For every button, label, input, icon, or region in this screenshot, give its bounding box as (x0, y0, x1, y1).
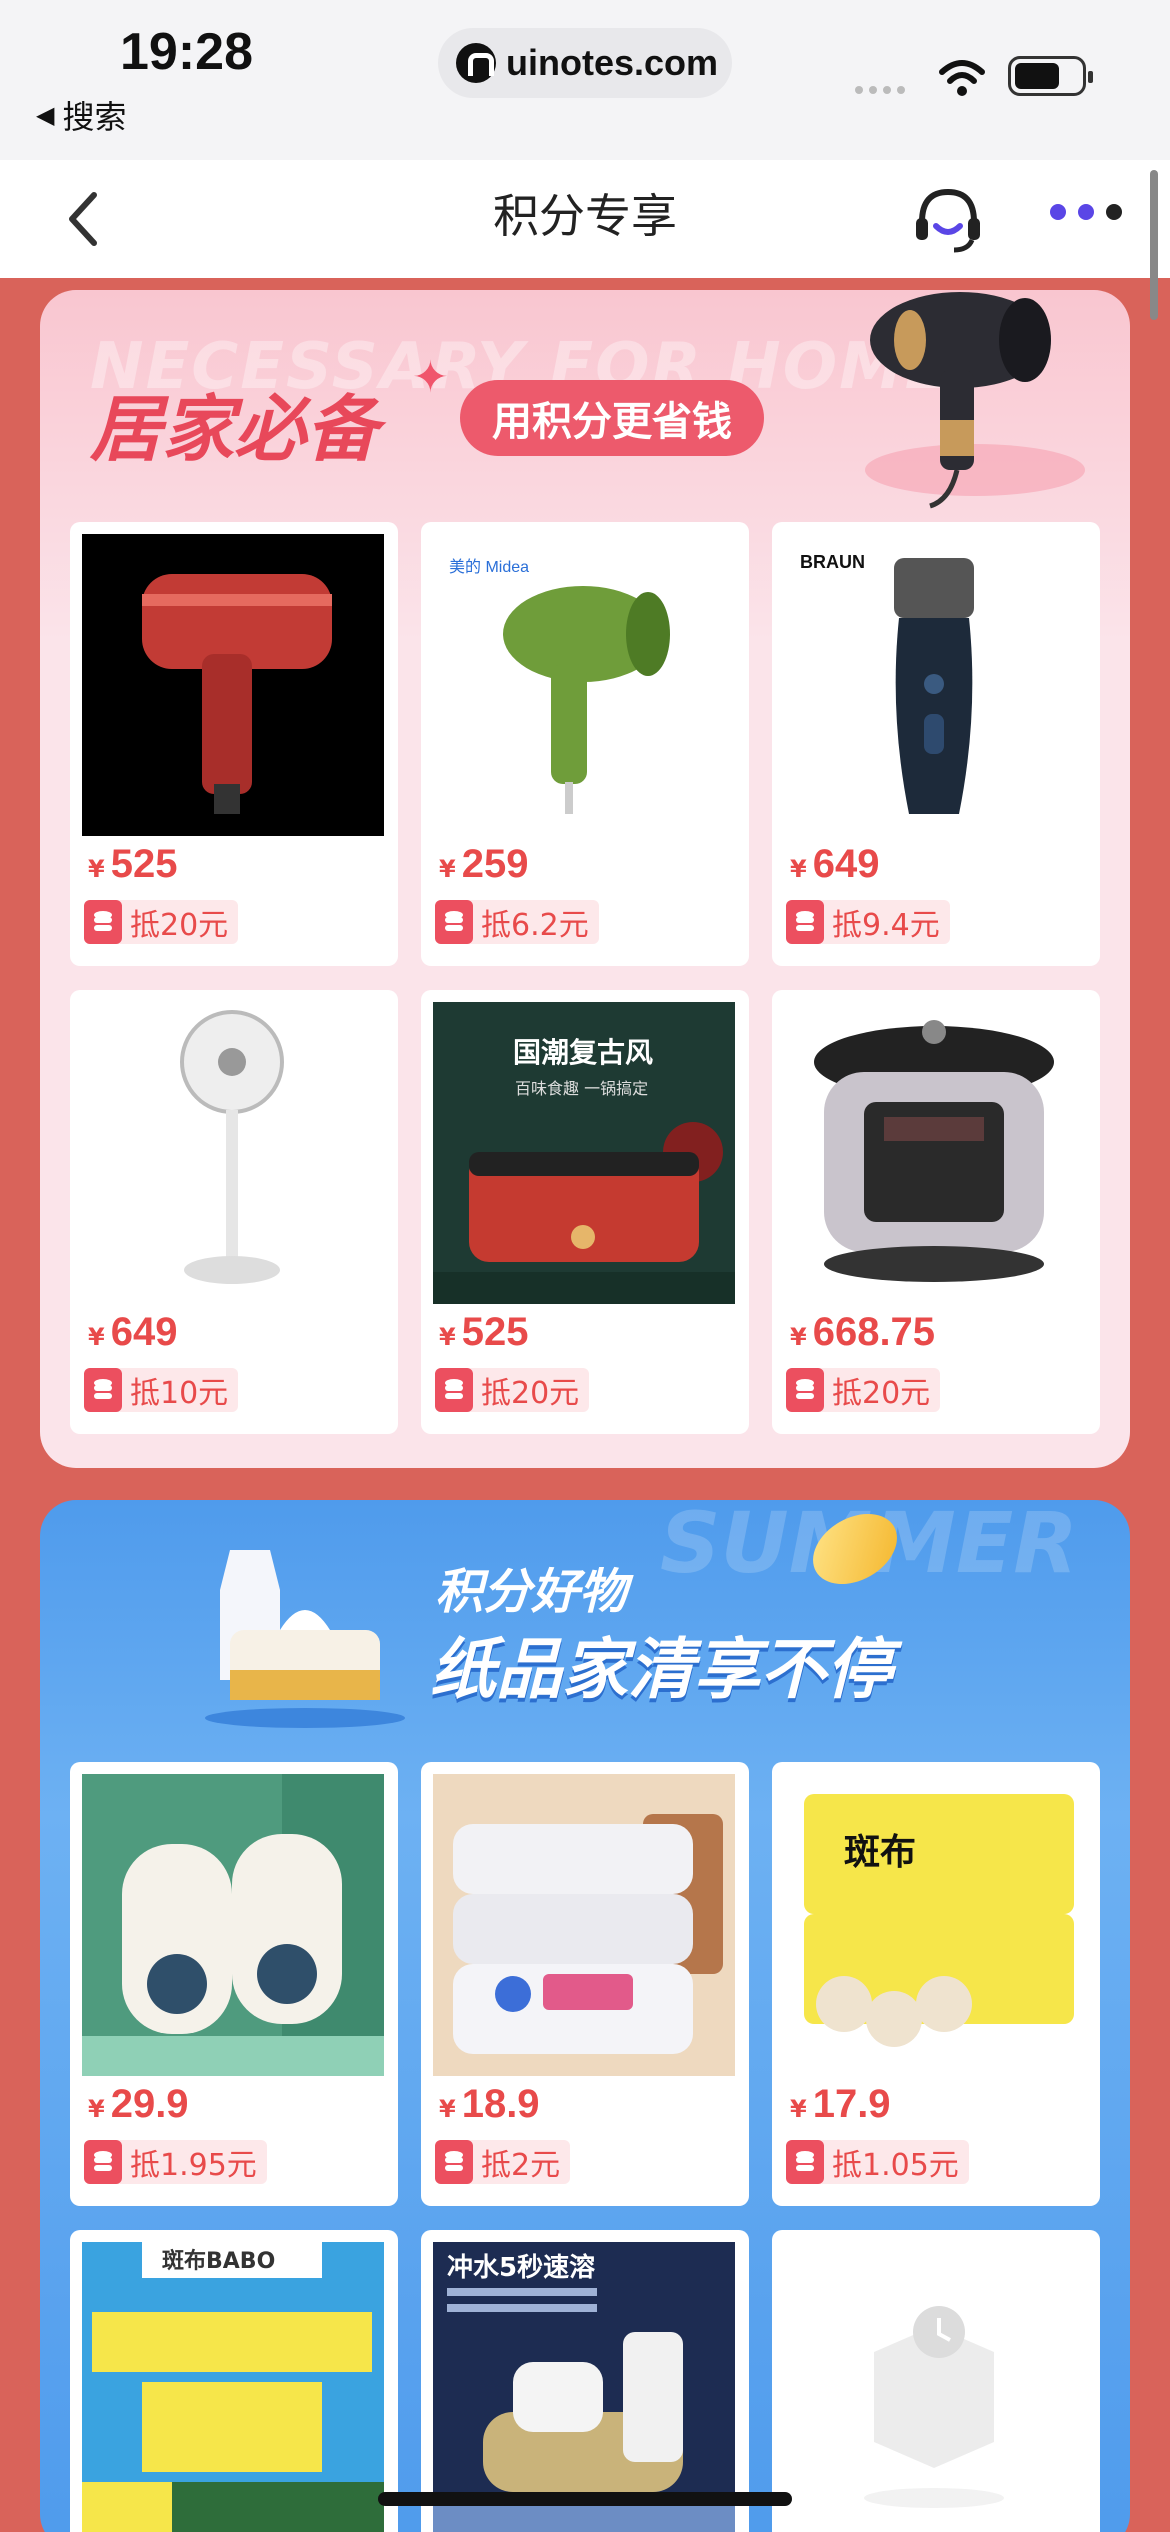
coin-stack-icon (786, 1368, 824, 1412)
back-triangle-icon: ◀ (36, 101, 55, 129)
sparkle-icon: ✦ (412, 352, 449, 403)
product-image (82, 1774, 384, 2076)
wifi-icon (939, 60, 985, 96)
coin-stack-icon (84, 2140, 122, 2184)
coin-stack-icon (435, 2140, 473, 2184)
lock-icon (456, 43, 496, 83)
product-image-placeholder (784, 2242, 1086, 2532)
svg-text:美的 Midea: 美的 Midea (449, 558, 529, 576)
hair-dryer-banner-image (865, 292, 1085, 509)
product-price: ¥668.75 (790, 1310, 936, 1354)
points-deduct-badge: 抵1.05元 (786, 2140, 969, 2184)
status-bar: 19:28 ◀ 搜索 uinotes.com (0, 0, 1170, 160)
product-price: ¥29.9 (88, 2082, 189, 2126)
product-card[interactable]: ¥668.75 抵20元 (772, 990, 1100, 1434)
product-card[interactable]: BRAUN ¥649 抵9.4元 (772, 522, 1100, 966)
svg-text:斑布: 斑布 (844, 1832, 916, 1873)
status-time: 19:28 (120, 23, 253, 81)
points-deduct-badge: 抵2元 (435, 2140, 571, 2184)
svg-text:百味食趣 一锅搞定: 百味食趣 一锅搞定 (515, 1079, 648, 1098)
paper-product-grid: ¥29.9 抵1.95元 ¥18.9 抵2元 斑布 ¥ 17.9 抵1.05元 … (70, 1762, 1100, 2532)
product-card[interactable]: 斑布BABO (70, 2230, 398, 2532)
product-card[interactable]: 国潮复古风 百味食趣 一锅搞定 ¥525 抵20元 (421, 990, 749, 1434)
product-image (784, 1002, 1086, 1304)
product-price: ¥649 (790, 842, 880, 886)
tissue-banner-image (205, 1550, 405, 1728)
signal-icon (855, 86, 905, 94)
product-price: ¥18.9 (439, 2082, 540, 2126)
product-image (433, 1774, 735, 2076)
home-product-grid: ¥525 抵20元 美的 Midea ¥259 抵6.2元 BRAUN ¥ 64… (70, 522, 1100, 1434)
product-price: ¥17.9 (790, 2082, 891, 2126)
product-image: 冲水5秒速溶 (433, 2242, 735, 2532)
svg-text:斑布BABO: 斑布BABO (162, 2248, 275, 2274)
back-app-label: 搜索 (62, 98, 127, 136)
coin-stack-icon (786, 2140, 824, 2184)
product-card[interactable]: 美的 Midea ¥259 抵6.2元 (421, 522, 749, 966)
points-deduct-badge: 抵10元 (84, 1368, 239, 1412)
product-price: ¥259 (439, 842, 529, 886)
product-price: ¥525 (439, 1310, 529, 1354)
paper-banner[interactable]: SUMMER 积分好物 纸品家清享不停 (40, 1500, 1130, 1760)
product-image: 国潮复古风 百味食趣 一锅搞定 (433, 1002, 735, 1304)
points-deduct-badge: 抵20元 (84, 900, 239, 944)
scrollbar[interactable] (1150, 170, 1158, 320)
product-card[interactable]: ¥29.9 抵1.95元 (70, 1762, 398, 2206)
product-card[interactable]: ¥649 抵10元 (70, 990, 398, 1434)
page-title: 积分专享 (493, 189, 677, 243)
coin-stack-icon (84, 900, 122, 944)
customer-service-button[interactable] (908, 180, 988, 260)
home-banner-pill: 用积分更省钱 (460, 380, 764, 456)
product-image (82, 534, 384, 836)
svg-text:冲水5秒速溶: 冲水5秒速溶 (447, 2252, 595, 2283)
battery-icon (1008, 56, 1093, 96)
paper-goods-section: SUMMER 积分好物 纸品家清享不停 ¥ (40, 1500, 1130, 2532)
product-price: ¥649 (88, 1310, 178, 1354)
product-card[interactable]: ¥18.9 抵2元 (421, 1762, 749, 2206)
home-banner[interactable]: NECESSARY FOR HOME 居家必备 ✦ 用积分更省钱 (40, 290, 1130, 520)
back-to-app-link[interactable]: ◀ 搜索 (36, 92, 126, 138)
product-image: 斑布 (784, 1774, 1086, 2076)
home-indicator[interactable] (378, 2492, 792, 2506)
points-deduct-badge: 抵20元 (786, 1368, 941, 1412)
product-price: ¥525 (88, 842, 178, 886)
product-image: 美的 Midea (433, 534, 735, 836)
points-deduct-badge: 抵6.2元 (435, 900, 599, 944)
product-card[interactable]: 冲水5秒速溶 (421, 2230, 749, 2532)
product-image: BRAUN (784, 534, 1086, 836)
product-card[interactable] (772, 2230, 1100, 2532)
coin-stack-icon (435, 1368, 473, 1412)
product-card[interactable]: ¥525 抵20元 (70, 522, 398, 966)
points-deduct-badge: 抵1.95元 (84, 2140, 267, 2184)
url-text: uinotes.com (506, 42, 719, 83)
home-essentials-section: NECESSARY FOR HOME 居家必备 ✦ 用积分更省钱 ¥ 525 抵… (40, 290, 1130, 1468)
product-card[interactable]: 斑布 ¥17.9 抵1.05元 (772, 1762, 1100, 2206)
more-dot-icon (1106, 204, 1122, 220)
product-image: 斑布BABO (82, 2242, 384, 2532)
more-menu-button[interactable] (1050, 204, 1122, 220)
home-banner-title: 居家必备 (90, 387, 379, 471)
more-dot-icon (1078, 204, 1094, 220)
product-image (82, 1002, 384, 1304)
points-deduct-badge: 抵9.4元 (786, 900, 950, 944)
points-deduct-badge: 抵20元 (435, 1368, 590, 1412)
paper-banner-title: 纸品家清享不停 (430, 1631, 892, 1708)
svg-text:BRAUN: BRAUN (800, 552, 865, 572)
coin-stack-icon (435, 900, 473, 944)
coin-stack-icon (786, 900, 824, 944)
paper-banner-subtitle: 积分好物 (435, 1564, 628, 1620)
more-dot-icon (1050, 204, 1066, 220)
url-bar[interactable]: uinotes.com (438, 28, 732, 98)
nav-bar: 积分专享 (0, 160, 1170, 278)
coin-stack-icon (84, 1368, 122, 1412)
svg-text:国潮复古风: 国潮复古风 (513, 1036, 653, 1069)
